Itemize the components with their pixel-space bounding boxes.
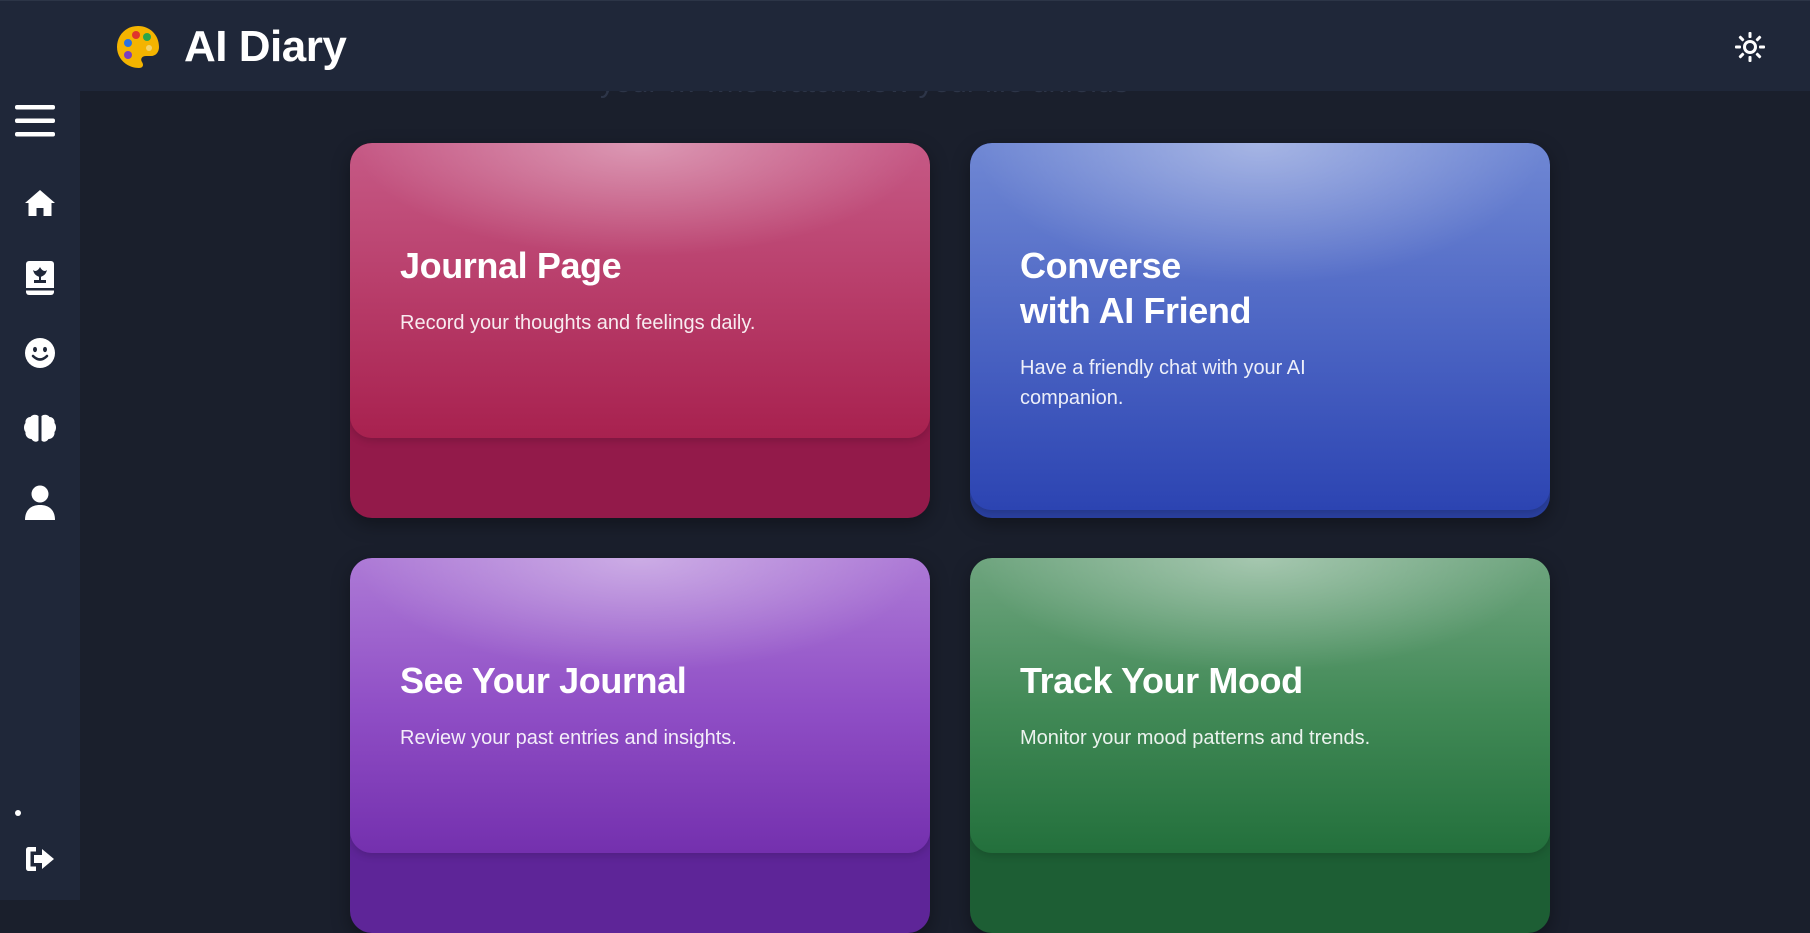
card-title: Journal Page bbox=[400, 245, 622, 286]
card-face bbox=[350, 558, 930, 853]
sidebar bbox=[0, 91, 80, 900]
card-description: Have a friendly chat with your AI compan… bbox=[1020, 357, 1306, 409]
artist-palette-icon bbox=[117, 26, 159, 68]
track-your-mood-card[interactable]: Track Your Mood Monitor your mood patter… bbox=[970, 558, 1550, 933]
card-description: Review your past entries and insights. bbox=[400, 727, 737, 749]
top-bar: AI Diary bbox=[0, 0, 1810, 91]
sidebar-item-insights[interactable] bbox=[16, 404, 64, 452]
card-description: Record your thoughts and feelings daily. bbox=[400, 312, 756, 334]
card-face bbox=[970, 558, 1550, 853]
sidebar-item-journal[interactable] bbox=[16, 254, 64, 302]
see-your-journal-card[interactable]: See Your Journal Review your past entrie… bbox=[350, 558, 930, 933]
theme-toggle-button[interactable] bbox=[1730, 29, 1770, 65]
card-description: Monitor your mood patterns and trends. bbox=[1020, 727, 1371, 749]
card-face bbox=[350, 143, 930, 438]
user-icon bbox=[25, 485, 55, 520]
home-icon bbox=[25, 190, 55, 216]
converse-ai-friend-card[interactable]: Converse with AI Friend Have a friendly … bbox=[970, 143, 1550, 518]
card-title-line-1: Converse bbox=[1020, 245, 1181, 286]
card-title: Track Your Mood bbox=[1020, 660, 1303, 701]
menu-toggle-button[interactable] bbox=[11, 97, 59, 145]
logout-button[interactable] bbox=[16, 835, 64, 883]
hamburger-menu-icon bbox=[15, 105, 55, 137]
sidebar-item-profile[interactable] bbox=[16, 479, 64, 527]
smile-icon bbox=[25, 338, 55, 368]
logout-icon bbox=[26, 847, 54, 871]
brain-icon bbox=[24, 414, 56, 442]
app-title: AI Diary bbox=[184, 22, 347, 71]
sidebar-item-home[interactable] bbox=[16, 179, 64, 227]
journal-page-card[interactable]: Journal Page Record your thoughts and fe… bbox=[350, 143, 930, 518]
card-title: See Your Journal bbox=[400, 660, 687, 701]
card-title: Converse with AI Friend bbox=[1020, 243, 1460, 333]
card-title-line-2: with AI Friend bbox=[1020, 290, 1252, 331]
sidebar-item-mood[interactable] bbox=[16, 329, 64, 377]
journal-book-icon bbox=[26, 261, 54, 295]
status-dot bbox=[15, 810, 21, 816]
sun-icon bbox=[1735, 32, 1765, 62]
